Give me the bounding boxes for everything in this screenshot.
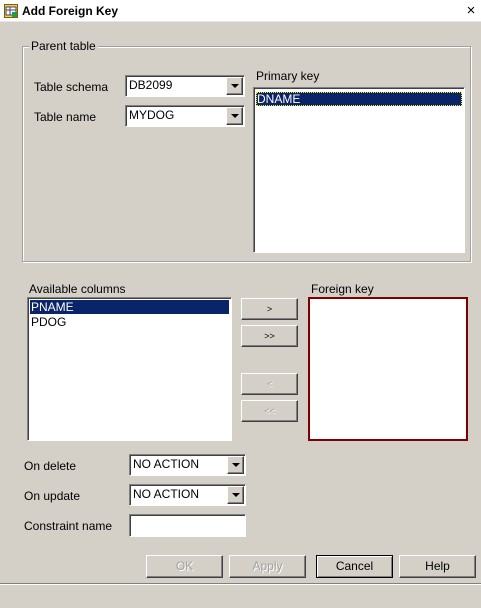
chevron-down-icon[interactable] <box>227 486 244 504</box>
on-delete-combo[interactable]: NO ACTION <box>129 454 246 476</box>
available-columns-list[interactable]: PNAME PDOG <box>27 297 232 441</box>
chevron-down-icon[interactable] <box>226 107 243 125</box>
constraint-name-label: Constraint name <box>24 519 113 533</box>
on-update-label: On update <box>24 489 81 503</box>
db-table-icon <box>4 4 18 18</box>
list-item[interactable]: PNAME <box>30 300 229 314</box>
table-schema-combo[interactable]: DB2099 <box>125 75 245 97</box>
cancel-button[interactable]: Cancel <box>316 555 393 578</box>
window-title: Add Foreign Key <box>22 4 119 18</box>
foreign-key-list[interactable] <box>308 297 468 441</box>
ok-button-label: OK <box>175 559 194 573</box>
table-schema-label: Table schema <box>34 80 109 94</box>
on-update-value: NO ACTION <box>133 487 200 501</box>
apply-button[interactable]: Apply <box>229 555 306 578</box>
on-delete-value: NO ACTION <box>133 457 200 471</box>
add-all-columns-button[interactable]: >> <box>241 325 298 347</box>
primary-key-label: Primary key <box>256 69 320 83</box>
help-button-label: Help <box>425 559 450 573</box>
help-button[interactable]: Help <box>399 555 476 578</box>
foreign-key-label: Foreign key <box>311 282 374 296</box>
list-item[interactable]: PDOG <box>30 315 229 329</box>
chevron-down-icon[interactable] <box>226 77 243 95</box>
list-item[interactable]: DNAME <box>256 92 462 106</box>
on-update-combo[interactable]: NO ACTION <box>129 484 246 506</box>
status-bar <box>0 583 481 608</box>
parent-table-legend: Parent table <box>29 39 98 53</box>
close-icon[interactable]: × <box>462 2 480 20</box>
primary-key-list[interactable]: DNAME <box>253 87 465 253</box>
table-name-combo[interactable]: MYDOG <box>125 105 245 127</box>
apply-button-label: Apply <box>252 559 283 573</box>
table-name-label: Table name <box>34 110 97 124</box>
table-schema-value: DB2099 <box>129 78 173 92</box>
table-name-value: MYDOG <box>129 108 175 122</box>
add-column-button[interactable]: > <box>241 298 298 320</box>
chevron-down-icon[interactable] <box>227 456 244 474</box>
available-columns-label: Available columns <box>29 282 126 296</box>
remove-all-columns-button[interactable]: << <box>241 400 298 422</box>
cancel-button-label: Cancel <box>335 559 374 573</box>
ok-button[interactable]: OK <box>146 555 223 578</box>
on-delete-label: On delete <box>24 459 77 473</box>
constraint-name-field[interactable] <box>129 514 246 537</box>
remove-column-button[interactable]: < <box>241 373 298 395</box>
title-bar: Add Foreign Key × <box>0 0 481 22</box>
